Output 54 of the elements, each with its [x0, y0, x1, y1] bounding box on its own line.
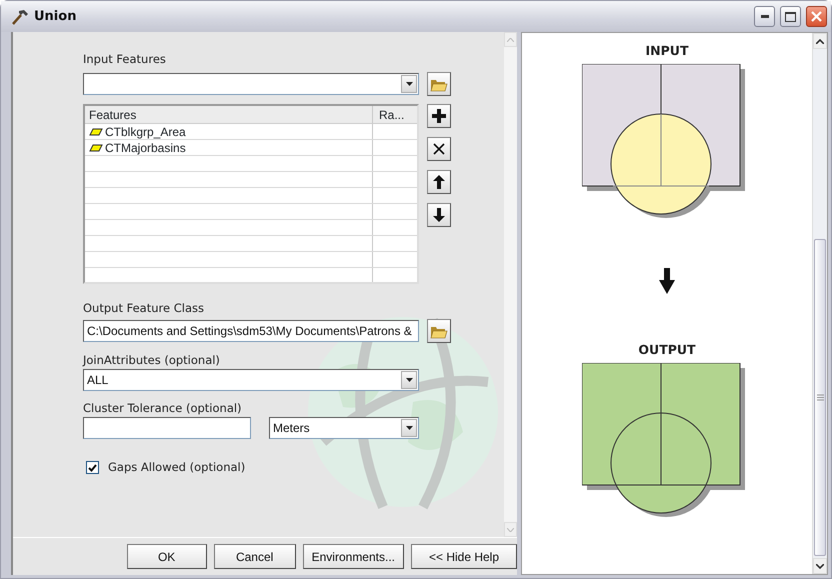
field-label: Input Features [83, 52, 167, 67]
help-heading: OUTPUT [638, 342, 696, 357]
minimize-icon [760, 15, 768, 18]
help-heading: INPUT [646, 43, 688, 58]
cluster-tolerance-field[interactable] [83, 417, 251, 439]
move-up-button[interactable] [427, 170, 451, 194]
add-button[interactable] [427, 104, 451, 128]
field-label: Cluster Tolerance (optional) [83, 401, 243, 416]
column-header[interactable]: Features [89, 108, 136, 122]
chevron-up-icon [816, 38, 824, 44]
combo-value: Meters [273, 421, 310, 435]
caret-icon [406, 82, 412, 86]
dialog-button[interactable]: Environments... [302, 544, 404, 569]
chevron-down-icon [816, 564, 824, 568]
column-header[interactable]: Ra... [379, 108, 404, 122]
maximize-icon [785, 12, 796, 22]
join-attributes-combo[interactable]: ALL [83, 369, 419, 391]
window-title: Union [34, 9, 76, 24]
plus-icon [432, 109, 446, 123]
units-combo[interactable]: Meters [269, 417, 419, 439]
feature-name[interactable]: CTblkgrp_Area [105, 124, 186, 138]
arrow-up-icon [433, 175, 445, 189]
combo-value: ALL [87, 373, 108, 387]
close-icon [433, 143, 445, 155]
field-label: Output Feature Class [83, 301, 205, 316]
chevron-up-icon [507, 38, 514, 42]
checkbox-label: Gaps Allowed (optional) [108, 460, 246, 475]
close-button[interactable] [806, 6, 827, 27]
move-down-button[interactable] [427, 203, 451, 227]
scroll-down-button[interactable] [813, 558, 827, 574]
folder-icon[interactable] [427, 72, 451, 96]
caret-icon [406, 426, 412, 430]
hammer-icon [11, 8, 29, 24]
minimize-button[interactable] [754, 6, 775, 27]
polygon-layer-icon [89, 144, 103, 152]
scroll-up-button[interactable] [813, 33, 827, 49]
close-icon [811, 11, 822, 22]
arrow-down-icon [659, 268, 675, 294]
chevron-down-icon [507, 528, 514, 532]
dialog-button[interactable]: << Hide Help [411, 544, 517, 569]
input-features-combo[interactable] [83, 73, 419, 95]
feature-name[interactable]: CTMajorbasins [105, 140, 186, 154]
field-label: JoinAttributes (optional) [83, 353, 221, 368]
dialog-button[interactable]: OK [126, 544, 207, 569]
output-path-field[interactable]: C:\Documents and Settings\sdm53\My Documents\Patrons & [83, 320, 419, 342]
folder-icon[interactable] [427, 319, 451, 343]
dialog-button[interactable]: Cancel [214, 544, 296, 569]
gaps-checkbox[interactable] [86, 461, 99, 474]
caret-icon [406, 378, 412, 382]
scrollbar-thumb[interactable] [814, 239, 826, 556]
arrow-down-icon [433, 208, 445, 222]
polygon-layer-icon [89, 128, 103, 136]
remove-button[interactable] [427, 137, 451, 161]
maximize-button[interactable] [780, 6, 801, 27]
